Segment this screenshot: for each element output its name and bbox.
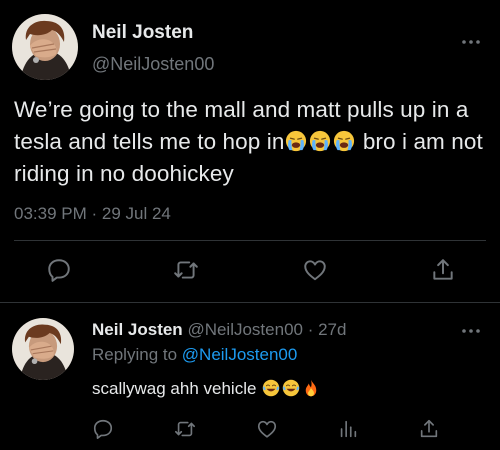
- reply-header: Neil Josten @NeilJosten00 · 27d: [92, 320, 346, 340]
- reply-icon[interactable]: [46, 257, 72, 283]
- like-icon[interactable]: [256, 418, 278, 440]
- reply-icon[interactable]: [92, 418, 114, 440]
- face-with-tears-of-joy-emoji: [282, 379, 300, 397]
- retweet-icon[interactable]: [173, 257, 199, 283]
- main-tweet[interactable]: Neil Josten @NeilJosten00 We’re going to…: [0, 0, 500, 302]
- tweet-separator: [0, 302, 500, 303]
- reply-author-handle[interactable]: @NeilJosten00: [187, 320, 303, 339]
- share-icon[interactable]: [418, 418, 440, 440]
- reply-text: scallywag ahh vehicle: [92, 379, 321, 399]
- fire-emoji: [302, 379, 320, 397]
- loudly-crying-face-emoji: [285, 130, 307, 152]
- loudly-crying-face-emoji: [309, 130, 331, 152]
- author-handle[interactable]: @NeilJosten00: [92, 54, 214, 75]
- reply-text-content: scallywag ahh vehicle: [92, 379, 262, 398]
- meta-separator: ·: [302, 320, 319, 339]
- tweet-timestamp[interactable]: 03:39 PM · 29 Jul 24: [14, 204, 171, 224]
- divider: [14, 240, 486, 241]
- reply-age[interactable]: 27d: [318, 320, 346, 339]
- share-icon[interactable]: [430, 257, 456, 283]
- more-options-icon[interactable]: [461, 327, 481, 335]
- replying-to: Replying to @NeilJosten00: [92, 345, 297, 365]
- avatar[interactable]: [12, 14, 78, 80]
- replying-prefix: Replying to: [92, 345, 182, 364]
- face-with-tears-of-joy-emoji: [262, 379, 280, 397]
- author-name[interactable]: Neil Josten: [92, 22, 193, 44]
- tweet-text: We’re going to the mall and matt pulls u…: [14, 94, 500, 190]
- more-options-icon[interactable]: [461, 38, 481, 46]
- avatar[interactable]: [12, 318, 74, 380]
- loudly-crying-face-emoji: [333, 130, 355, 152]
- reply-author-name[interactable]: Neil Josten: [92, 320, 183, 339]
- like-icon[interactable]: [302, 257, 328, 283]
- retweet-icon[interactable]: [174, 418, 196, 440]
- replying-to-link[interactable]: @NeilJosten00: [182, 345, 298, 364]
- analytics-icon[interactable]: [337, 418, 359, 440]
